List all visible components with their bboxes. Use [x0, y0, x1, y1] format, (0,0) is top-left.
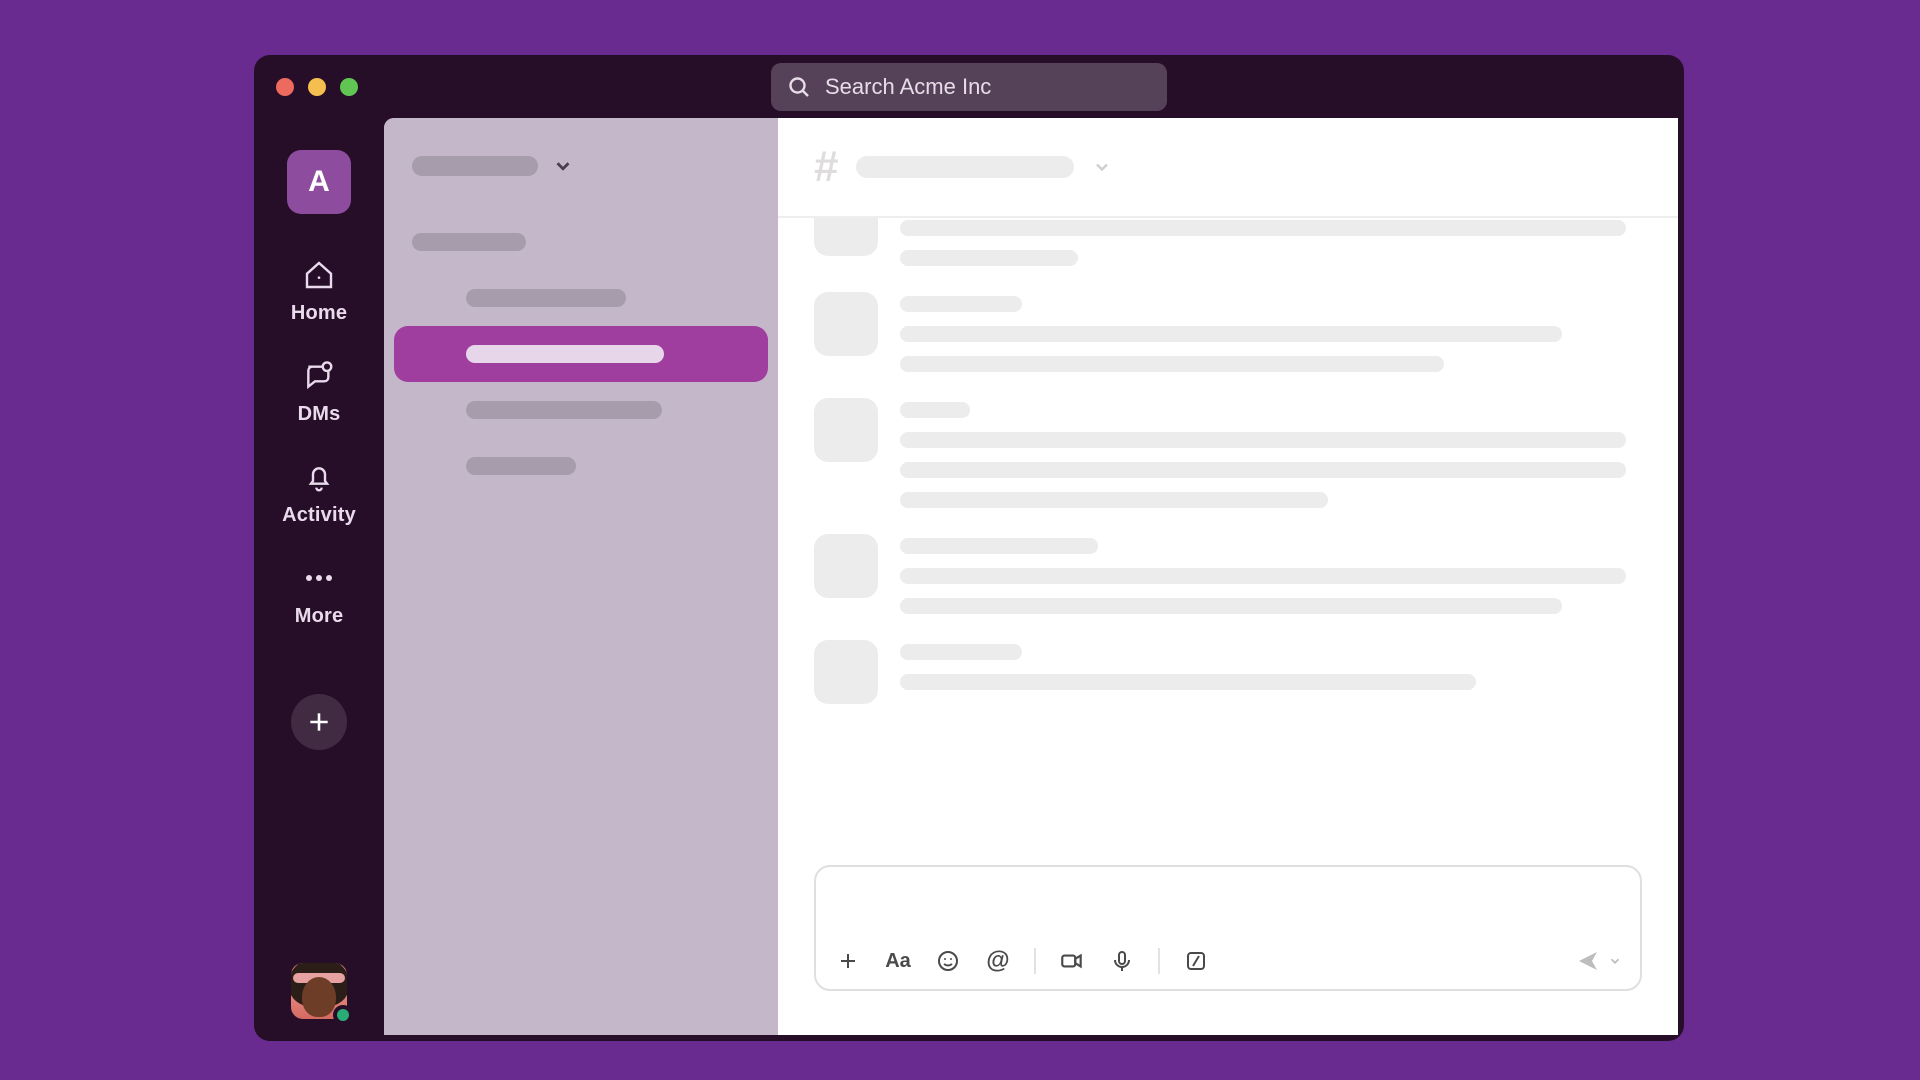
channel-header[interactable]: # — [778, 118, 1678, 218]
channel-hash-icon: # — [814, 142, 838, 192]
workspace-initial: A — [308, 165, 330, 199]
message — [814, 218, 1642, 266]
send-button[interactable] — [1576, 949, 1622, 973]
message-text-placeholder — [900, 432, 1626, 448]
composer-toolbar: Aa @ — [816, 933, 1640, 989]
message-text-placeholder — [900, 402, 970, 418]
home-icon — [302, 258, 336, 292]
rail-item-label: More — [295, 605, 344, 628]
maximize-window-button[interactable] — [340, 78, 358, 96]
workspace-menu[interactable] — [394, 146, 768, 186]
message — [814, 640, 1642, 704]
workspace-name-placeholder — [412, 156, 538, 176]
message-text-placeholder — [900, 674, 1476, 690]
nav-rail: A Home DMs — [254, 118, 384, 1041]
message-text-placeholder — [900, 598, 1562, 614]
message-list — [778, 218, 1678, 847]
sidebar-item[interactable] — [394, 270, 768, 326]
video-button[interactable] — [1058, 947, 1086, 975]
chevron-down-icon — [552, 155, 574, 177]
rail-item-more[interactable]: More — [254, 553, 384, 636]
message-avatar — [814, 398, 878, 462]
format-button[interactable]: Aa — [884, 947, 912, 975]
message-body — [900, 534, 1642, 614]
search-input[interactable]: Search Acme Inc — [771, 63, 1167, 111]
workspace-switcher[interactable]: A — [287, 150, 351, 214]
message-body — [900, 398, 1642, 508]
minimize-window-button[interactable] — [308, 78, 326, 96]
shortcut-button[interactable] — [1182, 947, 1210, 975]
message — [814, 534, 1642, 614]
sidebar-item-label-placeholder — [466, 345, 664, 363]
sidebar-item[interactable] — [394, 326, 768, 382]
message — [814, 398, 1642, 508]
audio-button[interactable] — [1108, 947, 1136, 975]
message-text-placeholder — [900, 326, 1562, 342]
message-avatar — [814, 292, 878, 356]
user-avatar[interactable] — [291, 963, 347, 1019]
emoji-button[interactable] — [934, 947, 962, 975]
message — [814, 292, 1642, 372]
attach-button[interactable] — [834, 947, 862, 975]
more-icon — [302, 561, 336, 595]
message-body — [900, 218, 1642, 266]
content-area: # Aa — [384, 118, 1678, 1035]
sidebar-item[interactable] — [394, 438, 768, 494]
message-text-placeholder — [900, 568, 1626, 584]
composer-area: Aa @ — [778, 847, 1678, 1035]
chevron-down-icon — [1092, 157, 1112, 177]
rail-item-activity[interactable]: Activity — [254, 452, 384, 535]
channel-sidebar — [384, 118, 778, 1035]
message-text-placeholder — [900, 356, 1444, 372]
presence-indicator — [333, 1005, 353, 1025]
app-window: Search Acme Inc A Home — [254, 55, 1684, 1041]
sidebar-item[interactable] — [394, 214, 768, 270]
chat-panel: # Aa — [778, 118, 1678, 1035]
rail-item-home[interactable]: Home — [254, 250, 384, 333]
message-text-placeholder — [900, 538, 1098, 554]
sidebar-item[interactable] — [394, 382, 768, 438]
mention-button[interactable]: @ — [984, 947, 1012, 975]
dms-icon — [302, 359, 336, 393]
rail-item-label: Home — [291, 302, 347, 325]
search-icon — [787, 75, 811, 99]
channel-name-placeholder — [856, 156, 1074, 178]
rail-item-label: DMs — [298, 403, 341, 426]
window-controls — [276, 78, 358, 96]
message-text-placeholder — [900, 644, 1022, 660]
message-avatar — [814, 640, 878, 704]
message-body — [900, 640, 1642, 704]
bell-icon — [302, 460, 336, 494]
titlebar: Search Acme Inc — [254, 55, 1684, 118]
toolbar-separator — [1034, 948, 1036, 974]
create-new-button[interactable] — [291, 694, 347, 750]
toolbar-separator — [1158, 948, 1160, 974]
plus-icon — [306, 709, 332, 735]
message-text-placeholder — [900, 220, 1626, 236]
search-placeholder: Search Acme Inc — [825, 74, 991, 100]
message-text-placeholder — [900, 250, 1078, 266]
sidebar-item-label-placeholder — [466, 401, 662, 419]
message-composer[interactable]: Aa @ — [814, 865, 1642, 991]
chevron-down-icon — [1608, 954, 1622, 968]
sidebar-item-label-placeholder — [466, 457, 576, 475]
composer-input[interactable] — [816, 867, 1640, 933]
message-avatar — [814, 534, 878, 598]
message-text-placeholder — [900, 296, 1022, 312]
sidebar-item-label-placeholder — [412, 233, 526, 251]
rail-item-dms[interactable]: DMs — [254, 351, 384, 434]
close-window-button[interactable] — [276, 78, 294, 96]
message-text-placeholder — [900, 492, 1328, 508]
sidebar-item-label-placeholder — [466, 289, 626, 307]
message-avatar — [814, 218, 878, 256]
message-body — [900, 292, 1642, 372]
message-text-placeholder — [900, 462, 1626, 478]
rail-item-label: Activity — [282, 504, 356, 527]
